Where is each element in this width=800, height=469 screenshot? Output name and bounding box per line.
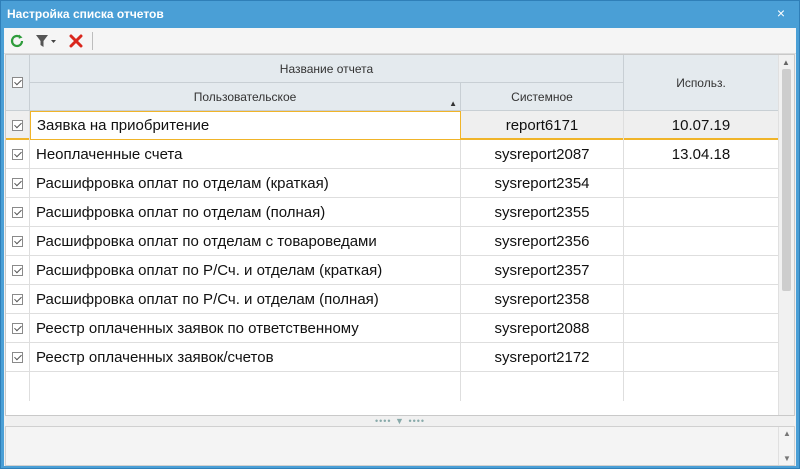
table-row[interactable]: Расшифровка оплат по отделам с товаровед… bbox=[6, 227, 779, 256]
table-row[interactable]: Неоплаченные счета sysreport2087 13.04.1… bbox=[6, 140, 779, 169]
used-date-cell[interactable]: 13.04.18 bbox=[624, 140, 779, 169]
used-date-cell[interactable] bbox=[624, 198, 779, 227]
system-name-cell[interactable]: sysreport2354 bbox=[461, 169, 624, 198]
used-date-cell[interactable] bbox=[624, 256, 779, 285]
delete-icon bbox=[69, 34, 83, 48]
scrollbar-thumb[interactable] bbox=[782, 69, 791, 291]
checkbox-icon[interactable] bbox=[12, 294, 23, 305]
checkbox-icon[interactable] bbox=[12, 352, 23, 363]
report-name-cell[interactable]: Расшифровка оплат по отделам с товаровед… bbox=[30, 227, 461, 256]
detail-vertical-scrollbar[interactable]: ▲ ▼ bbox=[778, 427, 794, 465]
table-row[interactable]: Реестр оплаченных заявок по ответственно… bbox=[6, 314, 779, 343]
used-date-cell[interactable]: 10.07.19 bbox=[624, 111, 779, 140]
table-row[interactable]: Реестр оплаченных заявок/счетов sysrepor… bbox=[6, 343, 779, 372]
panel-splitter[interactable]: •••• ▼ •••• bbox=[5, 416, 795, 426]
system-name-cell[interactable]: sysreport2087 bbox=[461, 140, 624, 169]
window-title: Настройка списка отчетов bbox=[7, 7, 164, 21]
system-name-cell[interactable]: sysreport2358 bbox=[461, 285, 624, 314]
checkbox-icon[interactable] bbox=[12, 207, 23, 218]
scroll-up-icon[interactable]: ▲ bbox=[782, 58, 790, 67]
close-icon[interactable]: × bbox=[777, 5, 785, 21]
user-name-column-label: Пользовательское bbox=[193, 89, 297, 104]
table-row[interactable]: Расшифровка оплат по Р/Сч. и отделам (по… bbox=[6, 285, 779, 314]
row-checkbox-cell[interactable] bbox=[6, 343, 30, 372]
select-all-header[interactable] bbox=[6, 55, 30, 111]
used-column-header[interactable]: Использ. bbox=[624, 55, 779, 111]
report-name-group-header: Название отчета bbox=[30, 55, 624, 83]
used-date-cell[interactable] bbox=[624, 169, 779, 198]
used-date-cell[interactable] bbox=[624, 227, 779, 256]
sort-ascending-icon: ▲ bbox=[449, 99, 457, 108]
system-name-cell[interactable]: sysreport2356 bbox=[461, 227, 624, 256]
row-checkbox-cell[interactable] bbox=[6, 198, 30, 227]
report-name-cell[interactable]: Неоплаченные счета bbox=[30, 140, 461, 169]
table-row[interactable]: Расшифровка оплат по Р/Сч. и отделам (кр… bbox=[6, 256, 779, 285]
system-name-cell[interactable]: sysreport2355 bbox=[461, 198, 624, 227]
table-row[interactable]: Заявка на приобритение report6171 10.07.… bbox=[6, 111, 779, 140]
checkbox-icon[interactable] bbox=[12, 178, 23, 189]
report-name-cell[interactable]: Расшифровка оплат по Р/Сч. и отделам (по… bbox=[30, 285, 461, 314]
row-checkbox-cell[interactable] bbox=[6, 314, 30, 343]
system-name-cell[interactable]: sysreport2357 bbox=[461, 256, 624, 285]
report-name-cell bbox=[30, 372, 461, 401]
row-checkbox-cell[interactable] bbox=[6, 227, 30, 256]
row-checkbox-cell bbox=[6, 372, 30, 401]
user-name-column-header[interactable]: Пользовательское ▲ bbox=[30, 83, 461, 111]
row-checkbox-cell[interactable] bbox=[6, 169, 30, 198]
report-name-cell[interactable]: Расшифровка оплат по Р/Сч. и отделам (кр… bbox=[30, 256, 461, 285]
used-date-cell[interactable] bbox=[624, 314, 779, 343]
report-name-cell[interactable]: Реестр оплаченных заявок по ответственно… bbox=[30, 314, 461, 343]
scroll-up-icon[interactable]: ▲ bbox=[783, 429, 791, 438]
checkbox-icon[interactable] bbox=[12, 323, 23, 334]
checkbox-icon[interactable] bbox=[12, 149, 23, 160]
report-name-cell[interactable]: Заявка на приобритение bbox=[30, 111, 461, 140]
delete-button[interactable] bbox=[66, 31, 86, 51]
row-checkbox-cell[interactable] bbox=[6, 285, 30, 314]
splitter-grip-icon[interactable]: •••• ▼ •••• bbox=[375, 416, 425, 426]
used-date-cell[interactable] bbox=[624, 343, 779, 372]
window-client-area: Название отчета Пользовательское ▲ Систе… bbox=[4, 28, 796, 466]
checkbox-icon[interactable] bbox=[12, 265, 23, 276]
filter-button[interactable] bbox=[31, 31, 61, 51]
refresh-icon bbox=[10, 34, 24, 48]
filter-icon bbox=[36, 35, 56, 47]
toolbar-separator bbox=[92, 32, 93, 50]
checkbox-icon[interactable] bbox=[12, 120, 23, 131]
report-name-cell[interactable]: Расшифровка оплат по отделам (краткая) bbox=[30, 169, 461, 198]
system-name-cell[interactable]: sysreport2088 bbox=[461, 314, 624, 343]
detail-panel[interactable]: ▲ ▼ bbox=[5, 426, 795, 466]
checkbox-icon[interactable] bbox=[12, 236, 23, 247]
refresh-button[interactable] bbox=[7, 31, 27, 51]
system-name-cell bbox=[461, 372, 624, 401]
checkbox-icon[interactable] bbox=[12, 77, 23, 88]
system-name-cell[interactable]: report6171 bbox=[461, 111, 624, 140]
system-name-column-header[interactable]: Системное bbox=[461, 83, 624, 111]
row-checkbox-cell[interactable] bbox=[6, 256, 30, 285]
table-row[interactable]: Расшифровка оплат по отделам (полная) sy… bbox=[6, 198, 779, 227]
system-name-cell[interactable]: sysreport2172 bbox=[461, 343, 624, 372]
title-bar[interactable]: Настройка списка отчетов × bbox=[1, 1, 799, 28]
report-list-settings-window: Настройка списка отчетов × Название отче… bbox=[0, 0, 800, 469]
row-checkbox-cell[interactable] bbox=[6, 140, 30, 169]
report-grid: Название отчета Пользовательское ▲ Систе… bbox=[5, 54, 795, 416]
row-checkbox-cell[interactable] bbox=[6, 111, 30, 140]
used-date-cell bbox=[624, 372, 779, 401]
report-name-cell[interactable]: Реестр оплаченных заявок/счетов bbox=[30, 343, 461, 372]
used-date-cell[interactable] bbox=[624, 285, 779, 314]
report-name-cell[interactable]: Расшифровка оплат по отделам (полная) bbox=[30, 198, 461, 227]
grid-vertical-scrollbar[interactable]: ▲ bbox=[778, 55, 794, 415]
table-row[interactable]: Расшифровка оплат по отделам (краткая) s… bbox=[6, 169, 779, 198]
table-row-empty bbox=[6, 372, 779, 401]
scroll-down-icon[interactable]: ▼ bbox=[783, 454, 791, 463]
toolbar bbox=[4, 28, 796, 54]
